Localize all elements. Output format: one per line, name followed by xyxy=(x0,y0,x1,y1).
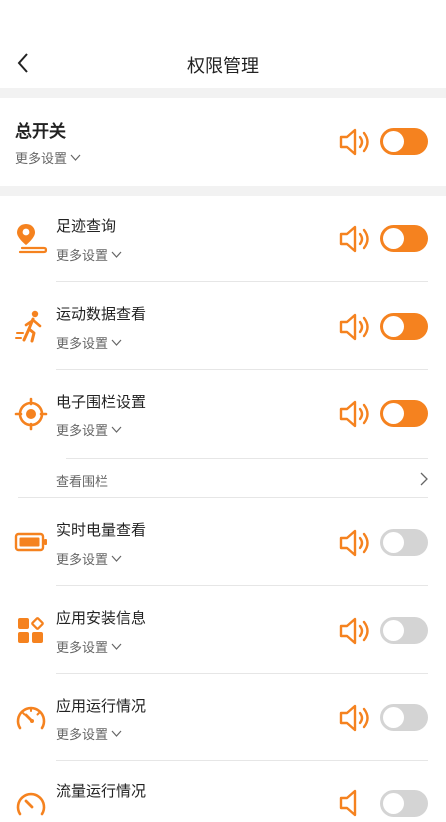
toggle-knob xyxy=(383,620,404,641)
chevron-down-icon xyxy=(70,154,81,161)
toggle-knob xyxy=(383,707,404,728)
toggle-knob xyxy=(383,316,404,337)
speedometer-icon xyxy=(13,786,49,822)
more-settings-label: 更多设置 xyxy=(15,152,68,167)
speaker-icon[interactable] xyxy=(339,703,373,733)
page-title: 权限管理 xyxy=(187,56,259,77)
toggle-switch[interactable] xyxy=(380,400,428,427)
row-divider xyxy=(56,369,428,370)
speaker-icon[interactable] xyxy=(339,528,373,558)
row-title: 实时电量查看 xyxy=(56,521,147,539)
speaker-icon[interactable] xyxy=(339,788,373,818)
view-fence-link[interactable]: 查看围栏 xyxy=(56,471,108,490)
chevron-right-icon[interactable] xyxy=(417,471,431,487)
chevron-down-icon xyxy=(111,426,122,433)
more-settings-label: 更多设置 xyxy=(56,337,109,352)
speaker-icon[interactable] xyxy=(339,616,373,646)
row-divider xyxy=(66,458,428,459)
toggle-knob xyxy=(383,228,404,249)
chevron-down-icon xyxy=(111,643,122,650)
row-divider xyxy=(56,281,428,282)
target-icon xyxy=(13,396,49,432)
toggle-knob xyxy=(383,131,404,152)
speaker-icon[interactable] xyxy=(339,312,373,342)
row-more-settings[interactable]: 更多设置 xyxy=(56,420,122,439)
speaker-icon[interactable] xyxy=(339,127,373,157)
master-more-settings[interactable]: 更多设置 xyxy=(15,148,81,167)
row-more-settings[interactable]: 更多设置 xyxy=(56,245,122,264)
more-settings-label: 更多设置 xyxy=(56,553,109,568)
row-divider xyxy=(56,760,428,761)
toggle-switch[interactable] xyxy=(380,790,428,817)
apps-grid-icon xyxy=(13,612,49,648)
location-pin-icon xyxy=(13,220,49,256)
row-divider xyxy=(56,585,428,586)
row-divider xyxy=(18,497,428,498)
row-more-settings[interactable]: 更多设置 xyxy=(56,333,122,352)
toggle-switch[interactable] xyxy=(380,313,428,340)
row-title: 足迹查询 xyxy=(56,217,117,235)
master-switch-title: 总开关 xyxy=(15,122,66,142)
toggle-switch[interactable] xyxy=(380,225,428,252)
toggle-knob xyxy=(383,532,404,553)
master-toggle[interactable] xyxy=(380,128,428,155)
row-title: 电子围栏设置 xyxy=(56,393,147,411)
chevron-down-icon xyxy=(111,730,122,737)
more-settings-label: 更多设置 xyxy=(56,641,109,656)
toggle-switch[interactable] xyxy=(380,529,428,556)
more-settings-label: 更多设置 xyxy=(56,424,109,439)
row-title: 运动数据查看 xyxy=(56,305,147,323)
row-title: 应用安装信息 xyxy=(56,609,147,627)
top-bar: 权限管理 xyxy=(0,0,446,88)
toggle-knob xyxy=(383,793,404,814)
chevron-down-icon xyxy=(111,251,122,258)
speaker-icon[interactable] xyxy=(339,399,373,429)
section-divider xyxy=(0,88,446,98)
chevron-down-icon xyxy=(111,339,122,346)
speedometer-icon xyxy=(13,700,49,736)
speaker-icon[interactable] xyxy=(339,224,373,254)
toggle-switch[interactable] xyxy=(380,617,428,644)
row-more-settings[interactable]: 更多设置 xyxy=(56,637,122,656)
toggle-knob xyxy=(383,403,404,424)
chevron-down-icon xyxy=(111,555,122,562)
running-person-icon xyxy=(13,308,49,344)
battery-icon xyxy=(13,524,49,560)
toggle-switch[interactable] xyxy=(380,704,428,731)
row-title: 流量运行情况 xyxy=(56,782,147,800)
row-more-settings[interactable]: 更多设置 xyxy=(56,549,122,568)
row-divider xyxy=(56,673,428,674)
row-title: 应用运行情况 xyxy=(56,697,147,715)
section-divider xyxy=(0,186,446,196)
more-settings-label: 更多设置 xyxy=(56,249,109,264)
more-settings-label: 更多设置 xyxy=(56,728,109,743)
row-more-settings[interactable]: 更多设置 xyxy=(56,724,122,743)
